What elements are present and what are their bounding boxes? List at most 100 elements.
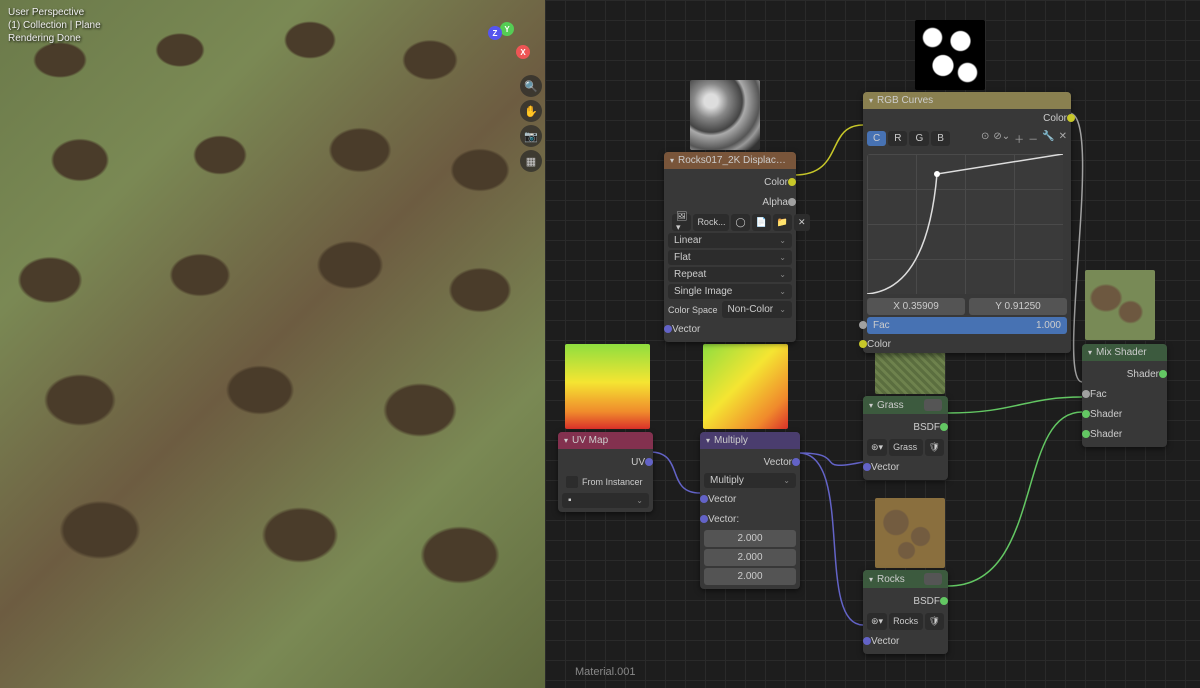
image-name[interactable]: Rock... bbox=[693, 214, 729, 231]
curve-x[interactable]: X 0.35909 bbox=[867, 298, 965, 315]
group-name[interactable]: Rocks bbox=[889, 613, 923, 630]
group-browse-icon[interactable]: ⊛▾ bbox=[867, 613, 887, 630]
viewport-line-render: Rendering Done bbox=[8, 32, 101, 45]
node-editor[interactable]: ▾ Rocks017_2K Displacement... Color Alph… bbox=[545, 0, 1200, 688]
channel-r[interactable]: R bbox=[888, 131, 907, 146]
open-icon[interactable]: 📁 bbox=[773, 214, 792, 231]
node-vector-multiply[interactable]: ▾ Multiply Vector Multiply⌄ Vector Vecto… bbox=[700, 432, 800, 589]
node-grass-group[interactable]: ▾ Grass BSDF ⊛▾ Grass 🛡 Vector bbox=[863, 396, 948, 480]
vec-z[interactable]: 2.000 bbox=[704, 568, 796, 585]
curve-y[interactable]: Y 0.91250 bbox=[969, 298, 1067, 315]
image-browse-icon[interactable]: 🖼▾ bbox=[672, 214, 691, 231]
node-header-grass[interactable]: ▾ Grass bbox=[863, 396, 948, 414]
camera-icon[interactable]: 📷 bbox=[520, 125, 542, 147]
preview-mix bbox=[1085, 270, 1155, 340]
handle-icon[interactable]: ⊘⌄ bbox=[993, 131, 1010, 146]
shield-icon[interactable]: 🛡 bbox=[925, 613, 944, 630]
axis-z[interactable]: Z bbox=[488, 26, 502, 40]
unlink-icon[interactable]: 📄 bbox=[752, 214, 771, 231]
node-title: Mix Shader bbox=[1096, 347, 1147, 358]
node-header-texture[interactable]: ▾ Rocks017_2K Displacement... bbox=[664, 152, 796, 169]
collapse-icon[interactable]: ▾ bbox=[869, 96, 873, 105]
collapse-icon[interactable]: ▾ bbox=[706, 436, 710, 445]
projection-dropdown[interactable]: Flat⌄ bbox=[668, 250, 792, 265]
shield-icon[interactable]: 🛡 bbox=[925, 439, 944, 456]
material-name: Material.001 bbox=[575, 666, 636, 678]
node-mix-shader[interactable]: ▾ Mix Shader Shader Fac Shader Shader bbox=[1082, 344, 1167, 447]
output-vector: Vector bbox=[764, 457, 792, 468]
node-title: Rocks bbox=[877, 574, 905, 585]
collapse-icon[interactable]: ▾ bbox=[564, 436, 568, 445]
close-icon[interactable]: ✕ bbox=[794, 214, 810, 231]
persp-icon[interactable]: ▦ bbox=[520, 150, 542, 172]
zoom-icon[interactable]: 🔍 bbox=[520, 75, 542, 97]
node-header-rgb[interactable]: ▾ RGB Curves bbox=[863, 92, 1071, 109]
input-vector-a: Vector bbox=[708, 494, 736, 505]
vec-x[interactable]: 2.000 bbox=[704, 530, 796, 547]
input-vector: Vector bbox=[871, 636, 899, 647]
collapse-icon[interactable]: ▾ bbox=[869, 575, 873, 584]
collapse-icon[interactable]: ▾ bbox=[869, 401, 873, 410]
output-color: Color bbox=[764, 177, 788, 188]
collapse-icon[interactable]: ▾ bbox=[1088, 348, 1092, 357]
users-icon[interactable]: ◯ bbox=[731, 214, 749, 231]
from-instancer-checkbox[interactable] bbox=[566, 476, 578, 488]
viewport-3d[interactable]: User Perspective (1) Collection | Plane … bbox=[0, 0, 545, 688]
output-alpha: Alpha bbox=[762, 197, 788, 208]
remove-icon[interactable]: ✕ bbox=[1059, 131, 1067, 146]
node-rocks-group[interactable]: ▾ Rocks BSDF ⊛▾ Rocks 🛡 Vector bbox=[863, 570, 948, 654]
preview-rocks bbox=[875, 498, 945, 568]
colorspace-label: Color Space bbox=[668, 305, 718, 315]
vec-y[interactable]: 2.000 bbox=[704, 549, 796, 566]
curve-widget[interactable] bbox=[867, 154, 1063, 294]
node-header-rocks[interactable]: ▾ Rocks bbox=[863, 570, 948, 588]
node-title: RGB Curves bbox=[877, 95, 933, 106]
node-title: Grass bbox=[877, 400, 904, 411]
channel-c[interactable]: C bbox=[867, 131, 886, 146]
node-header-uv[interactable]: ▾ UV Map bbox=[558, 432, 653, 449]
preview-mask bbox=[915, 20, 985, 90]
channel-g[interactable]: G bbox=[909, 131, 929, 146]
node-uv-map[interactable]: ▾ UV Map UV From Instancer ▪⌄ bbox=[558, 432, 653, 512]
input-fac: Fac bbox=[1090, 389, 1107, 400]
source-dropdown[interactable]: Single Image⌄ bbox=[668, 284, 792, 299]
node-header-mix[interactable]: ▾ Mix Shader bbox=[1082, 344, 1167, 361]
channel-b[interactable]: B bbox=[931, 131, 950, 146]
fac-slider[interactable]: Fac1.000 bbox=[867, 317, 1067, 334]
group-name[interactable]: Grass bbox=[889, 439, 923, 456]
input-vector: Vector bbox=[672, 324, 700, 335]
input-vector-b-label: Vector: bbox=[708, 514, 739, 525]
pan-icon[interactable]: ✋ bbox=[520, 100, 542, 122]
reset-icon[interactable]: ⊙ bbox=[981, 131, 989, 146]
output-color: Color bbox=[1043, 113, 1067, 124]
collapse-icon[interactable]: ▾ bbox=[670, 156, 674, 165]
interp-dropdown[interactable]: Linear⌄ bbox=[668, 233, 792, 248]
extension-dropdown[interactable]: Repeat⌄ bbox=[668, 267, 792, 282]
input-shader-1: Shader bbox=[1090, 409, 1122, 420]
nav-gizmo[interactable]: X Y Z bbox=[480, 20, 530, 70]
output-bsdf: BSDF bbox=[913, 422, 940, 433]
axis-x[interactable]: X bbox=[516, 45, 530, 59]
operation-dropdown[interactable]: Multiply⌄ bbox=[704, 473, 796, 488]
viewport-buttons: 🔍 ✋ 📷 ▦ bbox=[520, 75, 542, 172]
axis-y[interactable]: Y bbox=[500, 22, 514, 36]
node-header-multiply[interactable]: ▾ Multiply bbox=[700, 432, 800, 449]
zoomin-icon[interactable]: ＋ bbox=[1014, 131, 1024, 146]
uv-layer-dropdown[interactable]: ▪⌄ bbox=[562, 493, 649, 508]
from-instancer-label: From Instancer bbox=[582, 477, 643, 487]
tools-icon[interactable]: 🔧 bbox=[1042, 131, 1054, 146]
group-browse-icon[interactable]: ⊛▾ bbox=[867, 439, 887, 456]
node-image-texture[interactable]: ▾ Rocks017_2K Displacement... Color Alph… bbox=[664, 152, 796, 342]
input-shader-2: Shader bbox=[1090, 429, 1122, 440]
input-vector: Vector bbox=[871, 462, 899, 473]
viewport-line-obj: (1) Collection | Plane bbox=[8, 19, 101, 32]
node-rgb-curves[interactable]: ▾ RGB Curves Color C R G B ⊙ ⊘⌄ ＋ － 🔧 ✕ … bbox=[863, 92, 1071, 353]
viewport-overlay: User Perspective (1) Collection | Plane … bbox=[8, 6, 101, 45]
group-toggle-icon[interactable] bbox=[924, 399, 942, 411]
node-title: UV Map bbox=[572, 435, 608, 446]
group-toggle-icon[interactable] bbox=[924, 573, 942, 585]
zoomout-icon[interactable]: － bbox=[1028, 131, 1038, 146]
preview-multiply bbox=[703, 344, 788, 429]
node-title: Multiply bbox=[714, 435, 748, 446]
colorspace-dropdown[interactable]: Non-Color⌄ bbox=[722, 301, 792, 318]
